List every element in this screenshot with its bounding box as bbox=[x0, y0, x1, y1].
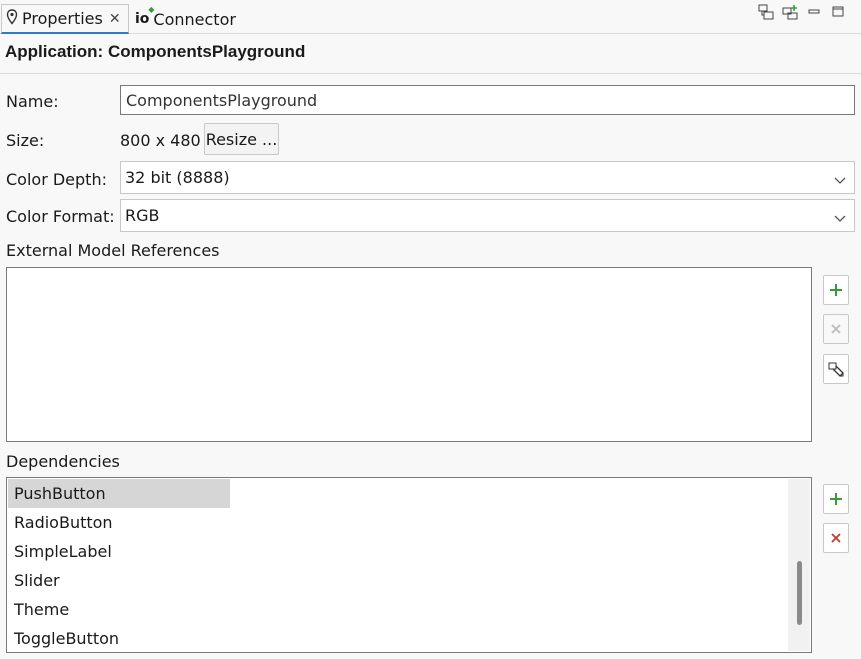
close-icon[interactable]: ✕ bbox=[109, 11, 121, 27]
list-item[interactable]: RadioButton bbox=[8, 508, 230, 537]
plus-icon bbox=[830, 284, 842, 296]
tab-properties[interactable]: Properties ✕ bbox=[1, 4, 129, 34]
view-tab-bar: Properties ✕ io ◆ Connector bbox=[0, 0, 861, 34]
color-depth-label: Color Depth: bbox=[6, 170, 107, 189]
scrollbar[interactable] bbox=[788, 479, 810, 651]
tab-properties-label: Properties bbox=[22, 9, 103, 28]
remove-icon bbox=[831, 533, 841, 543]
tab-connector-label: Connector bbox=[153, 9, 236, 29]
color-format-label: Color Format: bbox=[6, 207, 115, 226]
dependencies-list[interactable]: PushButton RadioButton SimpleLabel Slide… bbox=[6, 477, 812, 653]
color-format-value: RGB bbox=[125, 206, 160, 225]
page-title: Application: ComponentsPlayground bbox=[5, 42, 306, 61]
edit-external-ref-button[interactable] bbox=[823, 354, 849, 384]
list-item[interactable]: Theme bbox=[8, 595, 230, 624]
divider bbox=[0, 73, 861, 74]
remove-external-ref-button[interactable] bbox=[823, 314, 849, 344]
external-refs-list[interactable] bbox=[6, 267, 812, 442]
color-format-select[interactable]: RGB bbox=[120, 199, 855, 232]
remove-icon bbox=[831, 324, 841, 334]
list-item[interactable]: ToggleButton bbox=[8, 624, 230, 653]
pin-icon bbox=[6, 8, 18, 29]
io-icon: io ◆ bbox=[135, 5, 155, 27]
name-label: Name: bbox=[6, 92, 59, 111]
collapse-view-icon[interactable] bbox=[757, 3, 775, 21]
dependencies-label: Dependencies bbox=[6, 452, 120, 471]
name-field[interactable] bbox=[120, 85, 855, 115]
remove-dependency-button[interactable] bbox=[823, 523, 849, 553]
external-refs-label: External Model References bbox=[6, 241, 220, 260]
minimize-icon[interactable] bbox=[805, 3, 823, 21]
add-dependency-button[interactable] bbox=[823, 484, 849, 514]
color-depth-value: 32 bit (8888) bbox=[125, 168, 230, 187]
list-item[interactable]: PushButton bbox=[8, 479, 230, 508]
list-item[interactable]: SimpleLabel bbox=[8, 537, 230, 566]
resize-button[interactable]: Resize ... bbox=[204, 123, 279, 155]
view-toolbar bbox=[757, 3, 861, 25]
scrollbar-thumb[interactable] bbox=[797, 561, 802, 625]
add-external-ref-button[interactable] bbox=[823, 275, 849, 305]
size-value: 800 x 480 bbox=[120, 131, 201, 150]
edit-link-icon bbox=[828, 362, 844, 377]
color-depth-select[interactable]: 32 bit (8888) bbox=[120, 161, 855, 194]
list-item[interactable]: Slider bbox=[8, 566, 230, 595]
size-label: Size: bbox=[6, 131, 45, 150]
tab-connector[interactable]: io ◆ Connector bbox=[133, 4, 236, 34]
plus-icon bbox=[830, 493, 842, 505]
chevron-down-icon bbox=[834, 171, 846, 190]
maximize-icon[interactable] bbox=[829, 3, 847, 21]
new-view-icon[interactable] bbox=[781, 3, 799, 21]
chevron-down-icon bbox=[834, 209, 846, 228]
